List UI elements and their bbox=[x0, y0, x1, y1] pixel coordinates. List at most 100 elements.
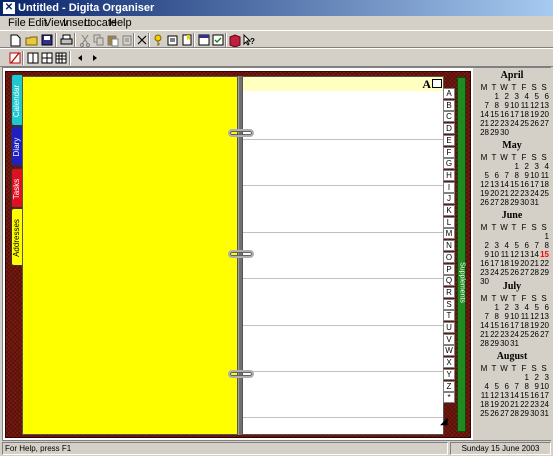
calendar-day[interactable]: 9 bbox=[499, 101, 509, 110]
calendar-day[interactable]: 21 bbox=[479, 330, 489, 339]
calendar-day[interactable]: 7 bbox=[479, 101, 489, 110]
calendar-day[interactable]: 15 bbox=[489, 110, 499, 119]
calendar-day[interactable]: 24 bbox=[539, 400, 549, 409]
calendar-day[interactable]: 29 bbox=[489, 128, 499, 137]
calendar-day[interactable]: 20 bbox=[499, 400, 509, 409]
calendar-day[interactable]: 20 bbox=[539, 321, 549, 330]
calendar-day[interactable]: 16 bbox=[499, 110, 509, 119]
calendar-day[interactable]: 28 bbox=[499, 198, 509, 207]
calendar-day[interactable]: 3 bbox=[509, 92, 519, 101]
calendar-week-icon[interactable] bbox=[197, 33, 211, 46]
calendar-day[interactable]: 14 bbox=[479, 110, 489, 119]
tab-diary[interactable]: Diary bbox=[11, 126, 22, 166]
index-letter-y[interactable]: Y bbox=[443, 368, 455, 380]
calendar-day[interactable]: 27 bbox=[519, 268, 529, 277]
calendar-day[interactable]: 18 bbox=[479, 400, 489, 409]
calendar-day[interactable]: 4 bbox=[499, 241, 509, 250]
calendar-day[interactable]: 15 bbox=[509, 180, 519, 189]
calendar-day[interactable]: 1 bbox=[519, 373, 529, 382]
paste-icon[interactable] bbox=[106, 33, 120, 47]
calendar-day[interactable]: 15 bbox=[489, 321, 499, 330]
calendar-day[interactable]: 19 bbox=[529, 110, 539, 119]
calendar-day[interactable]: 28 bbox=[529, 268, 539, 277]
calendar-day[interactable]: 24 bbox=[509, 330, 519, 339]
calendar-day[interactable]: 10 bbox=[509, 312, 519, 321]
calendar-day[interactable]: 3 bbox=[509, 303, 519, 312]
book-icon[interactable] bbox=[432, 79, 442, 88]
calendar-day[interactable]: 13 bbox=[519, 250, 529, 259]
index-letter-x[interactable]: X bbox=[443, 357, 455, 369]
index-letter-i[interactable]: I bbox=[443, 181, 455, 193]
calendar-day[interactable]: 1 bbox=[489, 92, 499, 101]
index-letter-k[interactable]: K bbox=[443, 205, 455, 216]
calendar-day[interactable]: 25 bbox=[499, 268, 509, 277]
calendar-day[interactable]: 1 bbox=[539, 232, 549, 241]
index-letter-z[interactable]: Z bbox=[443, 380, 455, 392]
calendar-day[interactable]: 27 bbox=[489, 198, 499, 207]
calendar-day[interactable]: 11 bbox=[519, 101, 529, 110]
index-letter-t[interactable]: T bbox=[443, 310, 455, 322]
index-letter-w[interactable]: W bbox=[443, 345, 455, 357]
calendar-day[interactable]: 7 bbox=[509, 382, 519, 391]
calendar-day[interactable]: 27 bbox=[499, 409, 509, 418]
index-letter-q[interactable]: Q bbox=[443, 275, 455, 287]
calendar-day[interactable]: 14 bbox=[479, 321, 489, 330]
calendar-day[interactable]: 30 bbox=[519, 198, 529, 207]
help-pointer-icon[interactable]: ? bbox=[242, 33, 256, 46]
index-letter-m[interactable]: M bbox=[443, 228, 455, 240]
page-turn-corner-icon[interactable]: ◢ bbox=[440, 416, 448, 427]
calendar-day[interactable]: 12 bbox=[529, 101, 539, 110]
calendar-day[interactable]: 12 bbox=[489, 391, 499, 400]
calendar-day[interactable]: 2 bbox=[519, 162, 529, 171]
calendar-day[interactable]: 28 bbox=[509, 409, 519, 418]
calendar-day[interactable]: 14 bbox=[499, 180, 509, 189]
calendar-check-icon[interactable] bbox=[211, 33, 225, 46]
index-letter-a[interactable]: A bbox=[443, 88, 455, 99]
calendar-day[interactable]: 27 bbox=[539, 119, 549, 128]
calendar-day[interactable]: 25 bbox=[519, 119, 529, 128]
calendar-day[interactable]: 22 bbox=[509, 189, 519, 198]
new-document-icon[interactable] bbox=[8, 33, 22, 47]
index-letter-j[interactable]: J bbox=[443, 193, 455, 205]
calendar-day[interactable]: 9 bbox=[479, 250, 489, 259]
calendar-day[interactable]: 24 bbox=[509, 119, 519, 128]
calendar-day[interactable]: 22 bbox=[489, 330, 499, 339]
delete-x-icon[interactable] bbox=[135, 33, 149, 46]
calendar-day[interactable]: 9 bbox=[529, 382, 539, 391]
calendar-day[interactable]: 23 bbox=[479, 268, 489, 277]
calendar-day[interactable]: 5 bbox=[509, 241, 519, 250]
index-letter-e[interactable]: E bbox=[443, 134, 455, 146]
index-letter-f[interactable]: F bbox=[443, 146, 455, 158]
index-letter-other[interactable]: * bbox=[443, 392, 455, 404]
calendar-day[interactable]: 20 bbox=[489, 189, 499, 198]
calendar-day[interactable]: 8 bbox=[489, 101, 499, 110]
calendar-day[interactable]: 4 bbox=[539, 162, 549, 171]
calendar-day[interactable]: 21 bbox=[529, 259, 539, 268]
calendar-day[interactable]: 10 bbox=[539, 382, 549, 391]
calendar-day[interactable]: 1 bbox=[509, 162, 519, 171]
calendar-day[interactable]: 2 bbox=[499, 303, 509, 312]
calendar-day[interactable]: 20 bbox=[519, 259, 529, 268]
calendar-day[interactable]: 29 bbox=[519, 409, 529, 418]
calendar-day[interactable]: 26 bbox=[529, 330, 539, 339]
tab-calendar[interactable]: Calendar bbox=[11, 74, 22, 126]
grid-view-icon[interactable] bbox=[54, 51, 68, 64]
calendar-day[interactable]: 29 bbox=[539, 268, 549, 277]
calendar-day[interactable]: 5 bbox=[529, 303, 539, 312]
calendar-day[interactable]: 6 bbox=[499, 382, 509, 391]
calendar-day[interactable]: 30 bbox=[499, 128, 509, 137]
calendar-day[interactable]: 4 bbox=[479, 382, 489, 391]
single-page-view-icon[interactable] bbox=[26, 51, 40, 64]
calendar-day[interactable]: 17 bbox=[539, 391, 549, 400]
cut-icon[interactable] bbox=[78, 33, 92, 47]
calendar-day[interactable]: 23 bbox=[499, 330, 509, 339]
calendar-day[interactable]: 22 bbox=[519, 400, 529, 409]
save-disk-icon[interactable] bbox=[40, 33, 54, 46]
index-letter-n[interactable]: N bbox=[443, 240, 455, 252]
calendar-day[interactable]: 19 bbox=[479, 189, 489, 198]
open-note-icon[interactable] bbox=[166, 33, 180, 46]
calendar-day[interactable]: 28 bbox=[479, 128, 489, 137]
menu-help[interactable]: Help bbox=[109, 17, 132, 29]
calendar-day[interactable]: 21 bbox=[499, 189, 509, 198]
calendar-day[interactable]: 20 bbox=[539, 110, 549, 119]
